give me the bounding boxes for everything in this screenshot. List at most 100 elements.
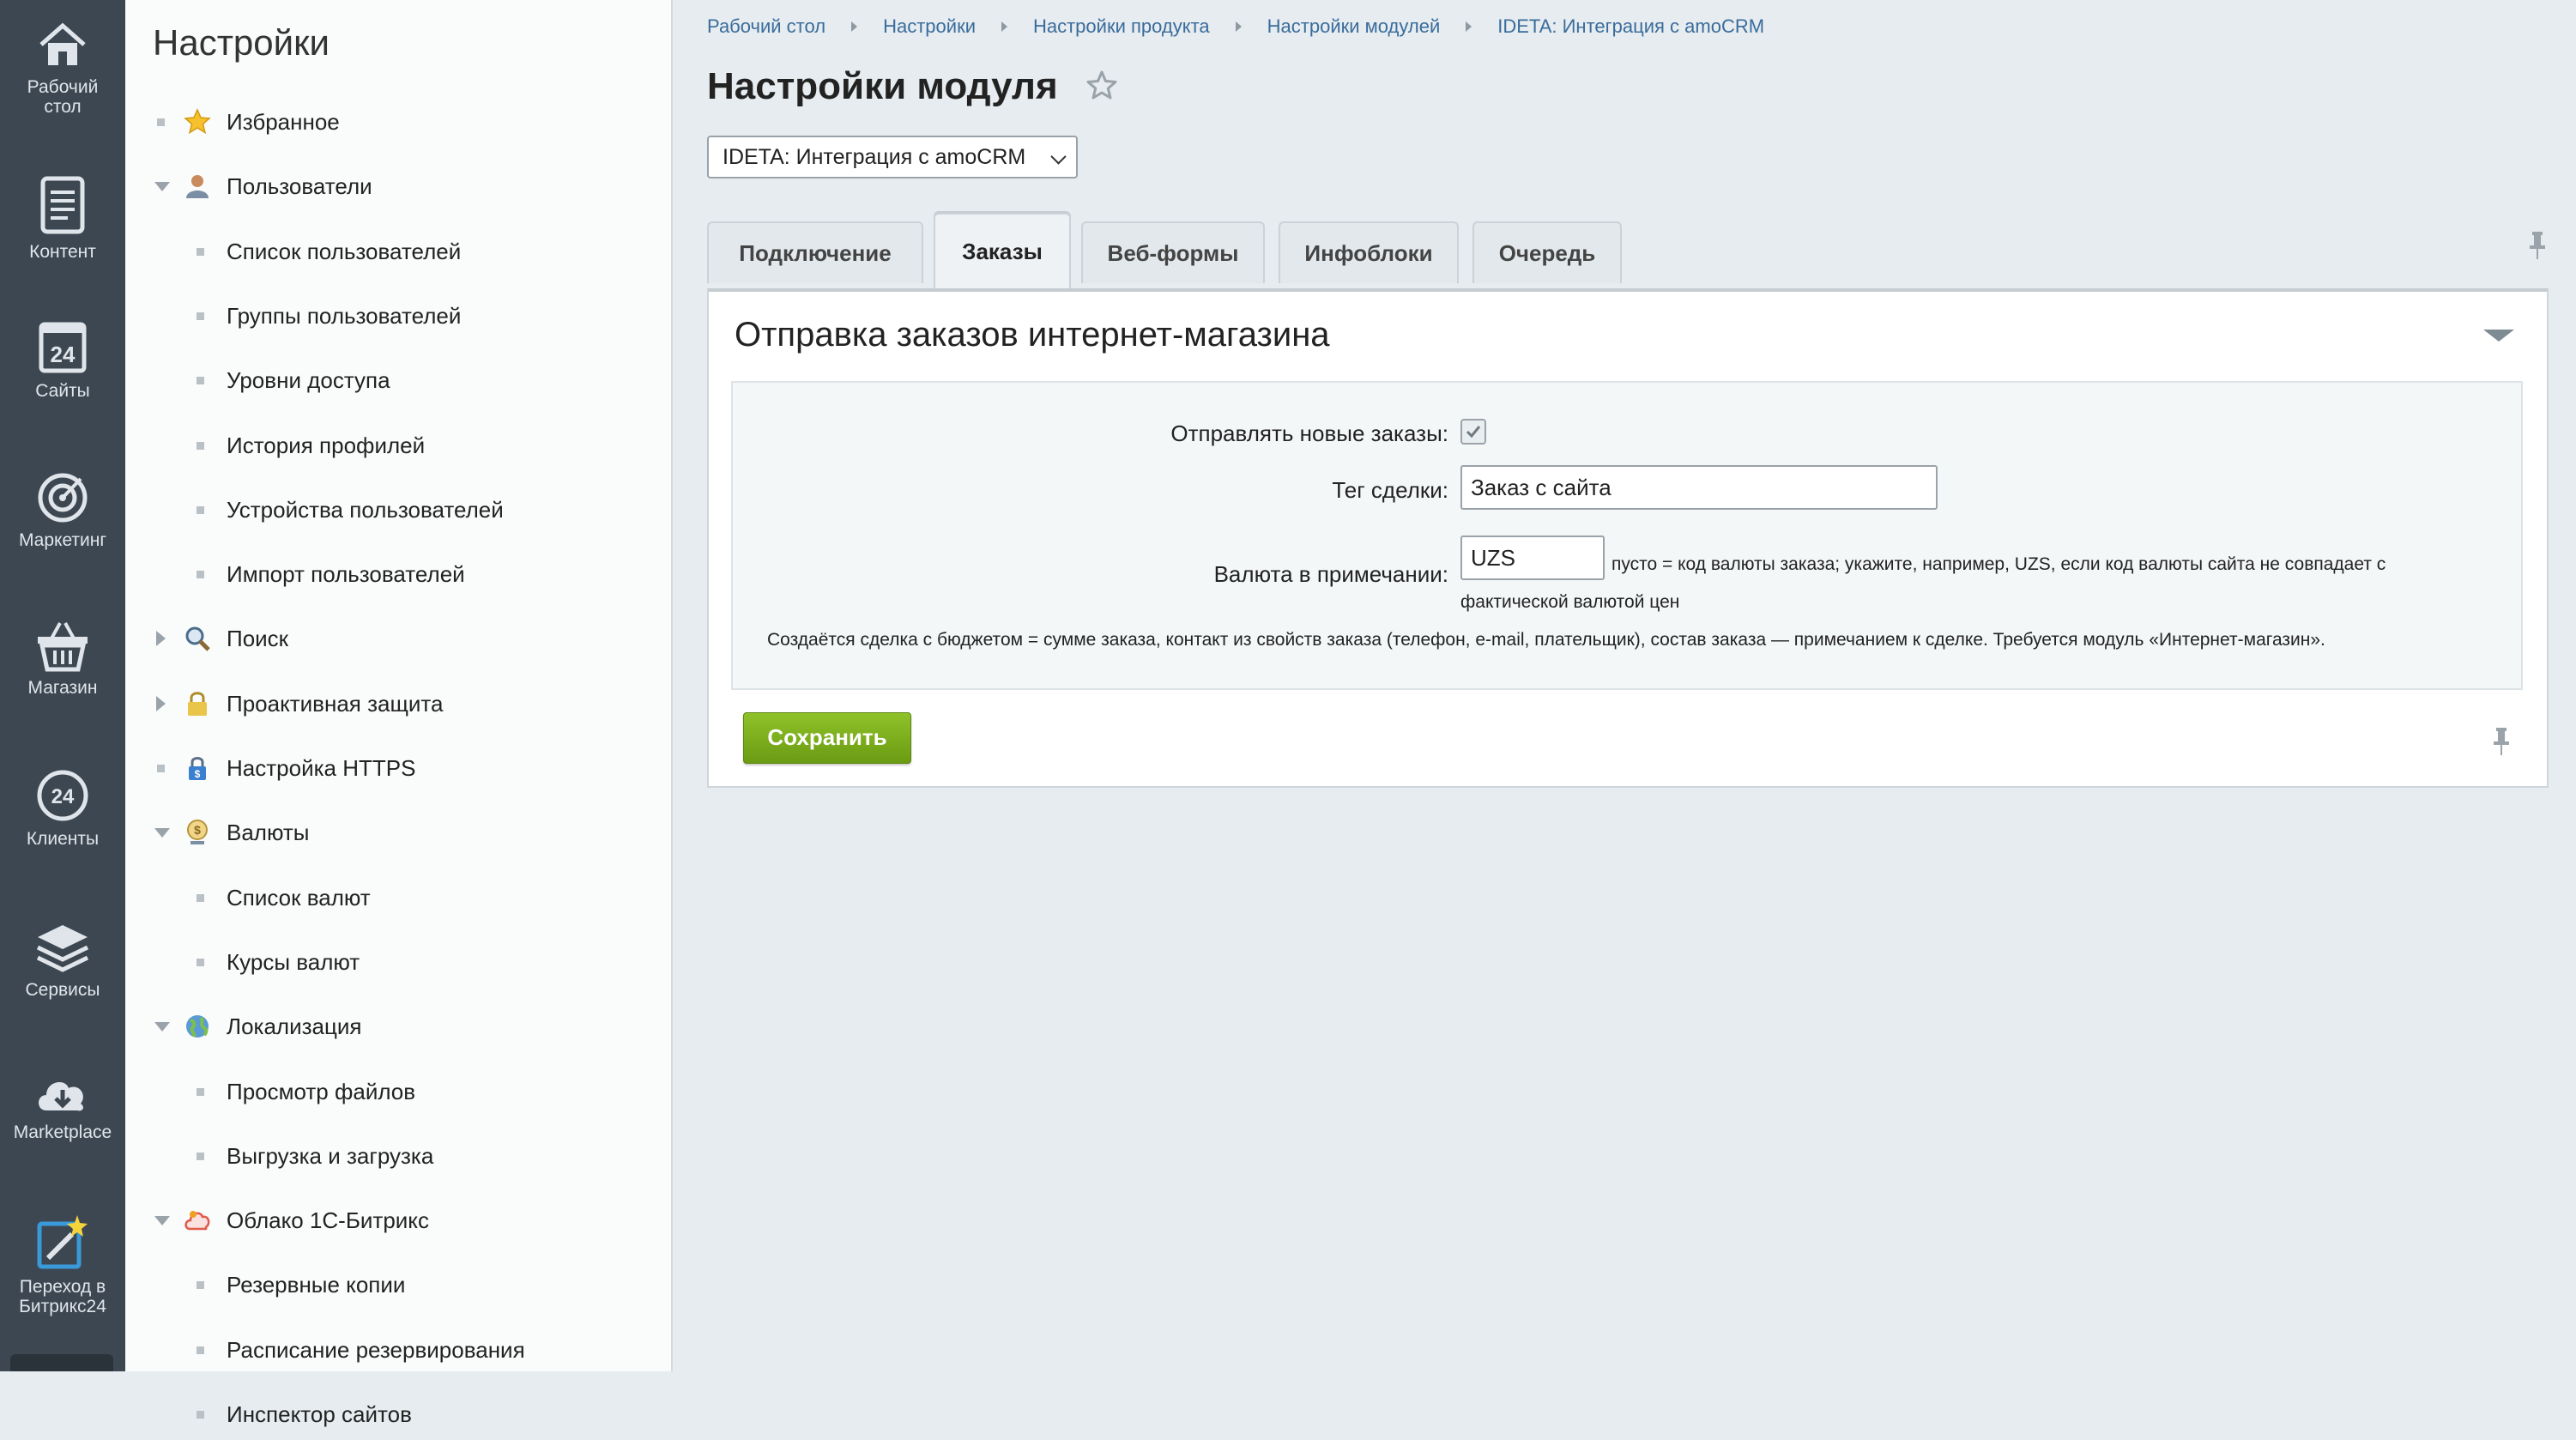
tree-item[interactable]: Расписание резервирования	[125, 1324, 671, 1376]
expand-arrow-down-icon[interactable]	[154, 182, 170, 192]
rail-label-services: Сервисы	[25, 980, 100, 1000]
currency-hint: пусто = код валюты заказа; укажите, напр…	[1460, 546, 2430, 621]
bullet-icon	[197, 377, 204, 385]
main-area: Рабочий стол Настройки Настройки продукта Н…	[673, 0, 2576, 1371]
rail-item-desktop[interactable]: Рабочий стол	[0, 19, 125, 117]
star-icon	[184, 108, 211, 135]
section-title: Отправка заказов интернет-магазина	[735, 316, 1330, 354]
tree-item-label: Настройка HTTPS	[227, 755, 416, 781]
layers-icon	[36, 925, 89, 972]
breadcrumb-item-ideta[interactable]: IDETA: Интеграция с amoCRM	[1497, 15, 1764, 38]
tree-item-label: Избранное	[227, 109, 340, 135]
tree-item[interactable]: Импорт пользователей	[125, 548, 671, 600]
send-orders-label: Отправлять новые заказы:	[1170, 421, 1448, 446]
tree-item[interactable]: Список пользователей	[125, 226, 671, 277]
rail-label-b24-2: Битрикс24	[19, 1297, 106, 1316]
module-select[interactable]: IDETA: Интеграция с amoCRM	[707, 136, 1078, 178]
rail-item-clients[interactable]: 24 Клиенты	[0, 767, 125, 849]
https-lock-icon: $	[189, 757, 206, 780]
breadcrumb-separator	[851, 21, 858, 32]
pin-icon[interactable]	[2492, 726, 2511, 757]
bullet-icon	[197, 571, 204, 579]
breadcrumb-item-desktop[interactable]: Рабочий стол	[707, 15, 825, 38]
tree-item[interactable]: $ Настройка HTTPS	[125, 742, 671, 794]
favorite-star-icon[interactable]	[1086, 70, 1117, 100]
tab-queue[interactable]: Очередь	[1472, 221, 1622, 283]
save-button[interactable]: Сохранить	[743, 712, 911, 764]
calendar-24-icon: 24	[39, 322, 87, 373]
page-title: Настройки модуля	[707, 65, 1058, 107]
breadcrumb-item-module-settings[interactable]: Настройки модулей	[1267, 15, 1441, 38]
tree-item[interactable]: Курсы валют	[125, 936, 671, 988]
rail-item-bitrix24[interactable]: Переход в Битрикс24	[0, 1212, 125, 1316]
rail-item-marketing[interactable]: Маркетинг	[0, 469, 125, 550]
tree-item-label: Группы пользователей	[227, 302, 462, 329]
rail-item-marketplace[interactable]: Marketplace	[0, 1069, 125, 1142]
tree-item[interactable]: Локализация	[125, 1001, 671, 1052]
bullet-icon	[157, 765, 165, 772]
tree-item[interactable]: Просмотр файлов	[125, 1066, 671, 1117]
expand-arrow-right-icon[interactable]	[156, 695, 166, 711]
bullet-icon	[197, 1411, 204, 1419]
currency-note-label: Валюта в примечании:	[1213, 561, 1448, 587]
expand-arrow-down-icon[interactable]	[154, 1216, 170, 1226]
bullet-icon	[197, 1281, 204, 1290]
tree-item[interactable]: Проактивная защита	[125, 678, 671, 729]
expand-arrow-down-icon[interactable]	[154, 828, 170, 838]
rail-item-shop[interactable]: Магазин	[0, 620, 125, 698]
magic-wand-icon	[37, 1215, 88, 1269]
rail-item-services[interactable]: Сервисы	[0, 922, 125, 1000]
tree-item[interactable]: Пользователи	[125, 160, 671, 212]
tree-item[interactable]: История профилей	[125, 420, 671, 471]
form-box: Отправлять новые заказы: Тег сделки: Зак…	[731, 381, 2523, 690]
settings-tree-panel: Настройки Избранное Пользователи Список по…	[125, 0, 673, 1427]
tree-title: Настройки	[153, 22, 330, 63]
tree-item[interactable]: Список валют	[125, 872, 671, 923]
tree-item[interactable]: Выгрузка и загрузка	[125, 1130, 671, 1182]
rail-label-desktop-1: Рабочий	[27, 77, 99, 97]
tree-item[interactable]: Избранное	[125, 96, 671, 148]
rail-bottom-handle	[10, 1354, 113, 1371]
rail-label-desktop-2: стол	[44, 97, 82, 117]
rail-item-content[interactable]: Контент	[0, 175, 125, 262]
bullet-icon	[197, 1152, 204, 1160]
tree-item-label: Устройства пользователей	[227, 496, 504, 523]
tree-item-label: Локализация	[227, 1013, 362, 1040]
tab-webforms[interactable]: Веб-формы	[1081, 221, 1265, 283]
collapse-triangle-icon[interactable]	[2483, 330, 2514, 342]
expand-arrow-down-icon[interactable]	[154, 1022, 170, 1032]
expand-arrow-right-icon[interactable]	[156, 631, 166, 647]
tab-infoblocks[interactable]: Инфоблоки	[1279, 221, 1459, 283]
checkmark-icon	[1466, 426, 1481, 439]
tab-connection[interactable]: Подключение	[707, 221, 923, 283]
breadcrumb-item-product-settings[interactable]: Настройки продукта	[1033, 15, 1210, 38]
breadcrumb: Рабочий стол Настройки Настройки продукта Н…	[707, 15, 1764, 38]
tab-orders[interactable]: Заказы	[934, 213, 1071, 290]
tree-item[interactable]: Устройства пользователей	[125, 484, 671, 535]
module-select-value: IDETA: Интеграция с amoCRM	[723, 145, 1026, 169]
tree-item[interactable]: $ Валюты	[125, 807, 671, 858]
tree-item[interactable]: Группы пользователей	[125, 290, 671, 342]
rail-item-sites[interactable]: 24 Сайты	[0, 319, 125, 401]
tree-item[interactable]: Резервные копии	[125, 1259, 671, 1310]
tree-item-label: Импорт пользователей	[227, 561, 465, 588]
currency-hint-line-2: фактической валютой цен	[1460, 592, 1680, 612]
target-icon	[38, 473, 88, 523]
send-orders-checkbox[interactable]	[1460, 419, 1486, 445]
left-rail: Рабочий стол Контент 24 Сайты Маркетинг	[0, 0, 125, 1371]
tree-item[interactable]: Поиск	[125, 613, 671, 664]
tree-item[interactable]: Инспектор сайтов	[125, 1389, 671, 1440]
deal-tag-input[interactable]: Заказ с сайта	[1460, 465, 1938, 510]
clients-24-icon: 24	[37, 770, 88, 821]
tree-item[interactable]: Уровни доступа	[125, 354, 671, 406]
tree-item[interactable]: Облако 1С-Битрикс	[125, 1195, 671, 1246]
breadcrumb-item-settings[interactable]: Настройки	[883, 15, 976, 38]
rail-label-marketplace: Marketplace	[13, 1122, 112, 1142]
deal-tag-label: Тег сделки:	[1332, 477, 1448, 503]
currency-hint-line-1: пусто = код валюты заказа; укажите, напр…	[1612, 554, 2386, 574]
section-description: Создаётся сделка с бюджетом = сумме зака…	[767, 630, 2325, 650]
rail-label-clients: Клиенты	[26, 829, 100, 849]
bullet-icon	[157, 118, 165, 126]
tree-item-label: Курсы валют	[227, 948, 360, 975]
pin-icon[interactable]	[2528, 230, 2547, 261]
